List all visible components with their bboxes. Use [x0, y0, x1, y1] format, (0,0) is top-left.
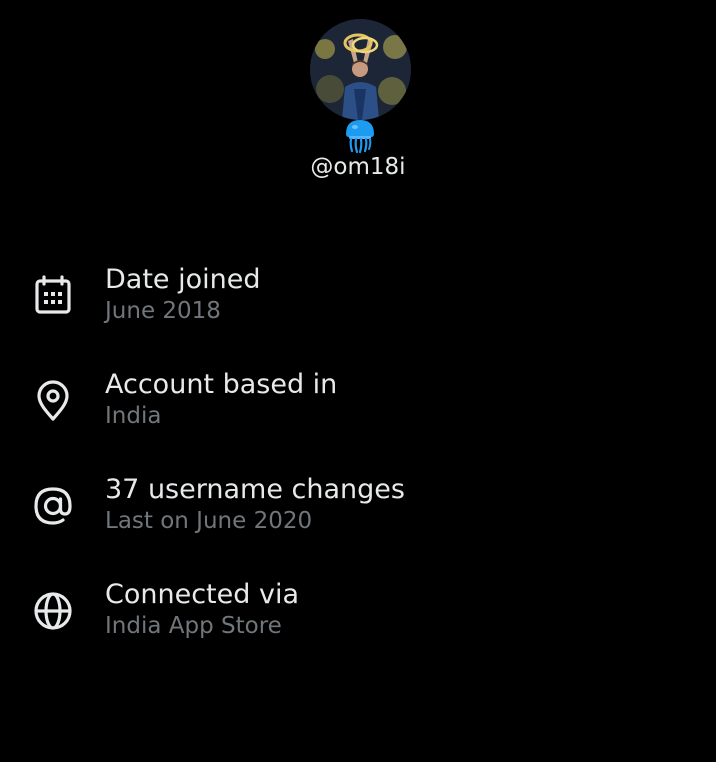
info-row-date-joined: Date joined June 2018: [0, 258, 716, 338]
info-title: Account based in: [105, 369, 338, 400]
info-subtitle: India App Store: [105, 613, 282, 639]
info-row-username-changes: 37 username changes Last on June 2020: [0, 468, 716, 548]
profile-header: @om18i: [0, 0, 716, 200]
globe-icon: [31, 589, 75, 633]
info-subtitle: Last on June 2020: [105, 508, 313, 534]
info-subtitle: June 2018: [105, 298, 221, 324]
location-pin-icon: [31, 379, 75, 423]
info-row-account-based-in: Account based in India: [0, 363, 716, 443]
info-title: Date joined: [105, 264, 261, 295]
avatar-image: [310, 19, 411, 120]
calendar-icon: [31, 274, 75, 318]
avatar[interactable]: [310, 19, 411, 120]
info-title: Connected via: [105, 579, 299, 610]
info-subtitle: India: [105, 403, 162, 429]
at-sign-icon: [31, 484, 75, 528]
profile-handle: @om18i: [310, 154, 406, 180]
info-title: 37 username changes: [105, 474, 405, 505]
jellyfish-badge-icon: [343, 118, 377, 154]
info-row-connected-via: Connected via India App Store: [0, 573, 716, 653]
